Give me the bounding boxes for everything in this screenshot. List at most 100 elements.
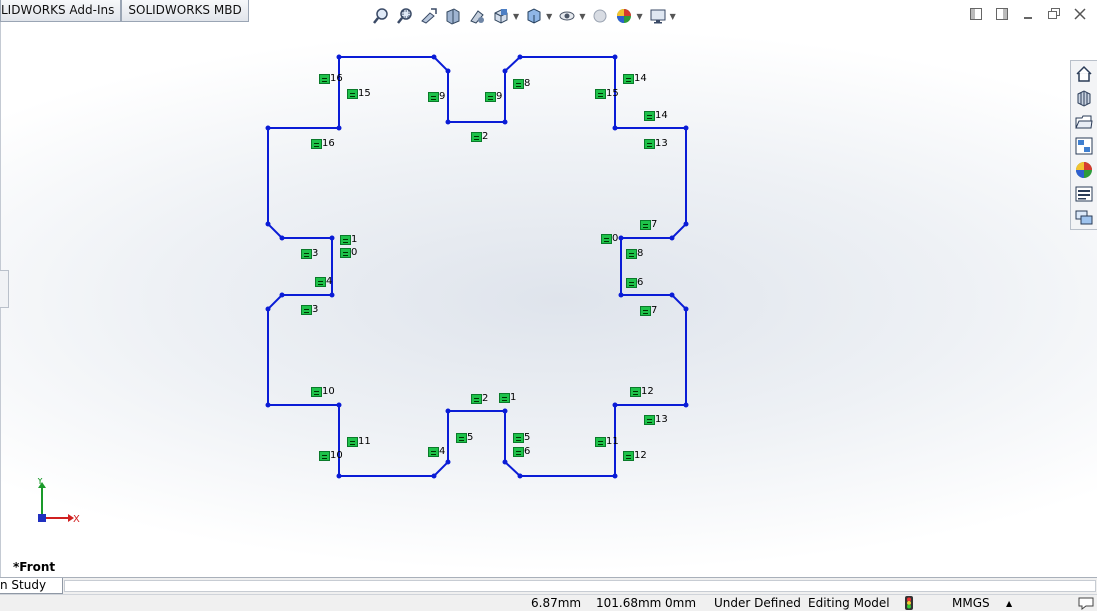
- relation-number: 0: [351, 247, 358, 258]
- sketch-point[interactable]: [336, 125, 342, 131]
- sketch-point[interactable]: [669, 292, 675, 298]
- relation-icon: [471, 132, 482, 142]
- coincident-relation-badge[interactable]: 16: [311, 138, 335, 150]
- sketch-point[interactable]: [618, 235, 624, 241]
- sketch-point[interactable]: [336, 402, 342, 408]
- relation-icon: [340, 235, 351, 245]
- sketch-point[interactable]: [336, 54, 342, 60]
- sketch-point[interactable]: [329, 292, 335, 298]
- relation-icon: [319, 74, 330, 84]
- relation-number: 5: [467, 432, 474, 443]
- sketch-point[interactable]: [669, 235, 675, 241]
- coincident-relation-badge[interactable]: 8: [626, 248, 643, 260]
- sketch-point[interactable]: [618, 292, 624, 298]
- sketch-point[interactable]: [683, 306, 689, 312]
- coincident-relation-badge[interactable]: 2: [471, 393, 488, 405]
- relation-number: 6: [637, 277, 644, 288]
- sketch-point[interactable]: [445, 119, 451, 125]
- coincident-relation-badge[interactable]: 8: [513, 78, 530, 90]
- relation-icon: [456, 433, 467, 443]
- coincident-relation-badge[interactable]: 11: [347, 436, 371, 448]
- coincident-relation-badge[interactable]: 11: [595, 436, 619, 448]
- coincident-relation-badge[interactable]: 2: [471, 131, 488, 143]
- coincident-relation-badge[interactable]: 0: [340, 247, 357, 259]
- horizontal-scrollbar[interactable]: [64, 580, 1096, 592]
- sketch-point[interactable]: [683, 221, 689, 227]
- sketch-point[interactable]: [445, 68, 451, 74]
- relation-icon: [311, 139, 322, 149]
- coincident-relation-badge[interactable]: 14: [623, 73, 647, 85]
- coincident-relation-badge[interactable]: 16: [319, 73, 343, 85]
- model-tabs-bar: n Study 1: [0, 577, 1097, 607]
- sketch-point[interactable]: [612, 125, 618, 131]
- sketch-point[interactable]: [517, 54, 523, 60]
- coincident-relation-badge[interactable]: 5: [456, 432, 473, 444]
- sketch-point[interactable]: [502, 408, 508, 414]
- relation-icon: [311, 387, 322, 397]
- coincident-relation-badge[interactable]: 4: [315, 276, 332, 288]
- sketch-point[interactable]: [431, 473, 437, 479]
- coincident-relation-badge[interactable]: 3: [301, 248, 318, 260]
- coincident-relation-badge[interactable]: 12: [630, 386, 654, 398]
- sketch-point[interactable]: [517, 473, 523, 479]
- relation-number: 9: [439, 91, 446, 102]
- coincident-relation-badge[interactable]: 15: [347, 88, 371, 100]
- tab-study-1[interactable]: n Study 1: [0, 578, 63, 607]
- coincident-relation-badge[interactable]: 7: [640, 219, 657, 231]
- coincident-relation-badge[interactable]: 5: [513, 432, 530, 444]
- coincident-relation-badge[interactable]: 13: [644, 138, 668, 150]
- relation-icon: [347, 89, 358, 99]
- sketch-point[interactable]: [612, 473, 618, 479]
- coincident-relation-badge[interactable]: 10: [311, 386, 335, 398]
- relation-icon: [485, 92, 496, 102]
- coincident-relation-badge[interactable]: 14: [644, 110, 668, 122]
- sketch-point[interactable]: [265, 221, 271, 227]
- sketch-point[interactable]: [445, 459, 451, 465]
- coincident-relation-badge[interactable]: 13: [644, 414, 668, 426]
- triad-y-label: Y: [36, 478, 44, 487]
- coincident-relation-badge[interactable]: 3: [301, 304, 318, 316]
- sketch-point[interactable]: [502, 68, 508, 74]
- status-units[interactable]: MMGS: [952, 596, 990, 611]
- sketch-point[interactable]: [279, 235, 285, 241]
- coincident-relation-badge[interactable]: 1: [499, 392, 516, 404]
- sketch-point[interactable]: [279, 292, 285, 298]
- quick-tips-icon[interactable]: [1078, 596, 1094, 614]
- relation-icon: [595, 89, 606, 99]
- sketch-point[interactable]: [683, 402, 689, 408]
- sketch-point[interactable]: [612, 402, 618, 408]
- coincident-relation-badge[interactable]: 9: [485, 91, 502, 103]
- coincident-relation-badge[interactable]: 0: [601, 233, 618, 245]
- relation-icon: [630, 387, 641, 397]
- relation-number: 12: [634, 450, 647, 461]
- coincident-relation-badge[interactable]: 10: [319, 450, 343, 462]
- rebuild-indicator-icon[interactable]: [904, 596, 914, 614]
- relation-icon: [595, 437, 606, 447]
- sketch-point[interactable]: [431, 54, 437, 60]
- coincident-relation-badge[interactable]: 9: [428, 91, 445, 103]
- coincident-relation-badge[interactable]: 12: [623, 450, 647, 462]
- coincident-relation-badge[interactable]: 1: [340, 234, 357, 246]
- sketch-polyline[interactable]: [267, 56, 687, 477]
- sketch-point[interactable]: [612, 54, 618, 60]
- sketch-point[interactable]: [265, 402, 271, 408]
- relation-icon: [644, 111, 655, 121]
- coincident-relation-badge[interactable]: 15: [595, 88, 619, 100]
- coincident-relation-badge[interactable]: 7: [640, 305, 657, 317]
- sketch-point[interactable]: [502, 459, 508, 465]
- relation-number: 2: [482, 131, 489, 142]
- sketch-point[interactable]: [336, 473, 342, 479]
- sketch-point[interactable]: [445, 408, 451, 414]
- units-menu-arrow-icon[interactable]: ▲: [1006, 596, 1012, 611]
- sketch-point[interactable]: [502, 119, 508, 125]
- coincident-relation-badge[interactable]: 6: [513, 446, 530, 458]
- sketch-profile[interactable]: [0, 0, 1097, 578]
- sketch-point[interactable]: [683, 125, 689, 131]
- relation-icon: [499, 393, 510, 403]
- sketch-point[interactable]: [329, 235, 335, 241]
- coincident-relation-badge[interactable]: 4: [428, 446, 445, 458]
- coincident-relation-badge[interactable]: 6: [626, 277, 643, 289]
- sketch-point[interactable]: [265, 125, 271, 131]
- sketch-point[interactable]: [265, 306, 271, 312]
- relation-number: 4: [439, 446, 446, 457]
